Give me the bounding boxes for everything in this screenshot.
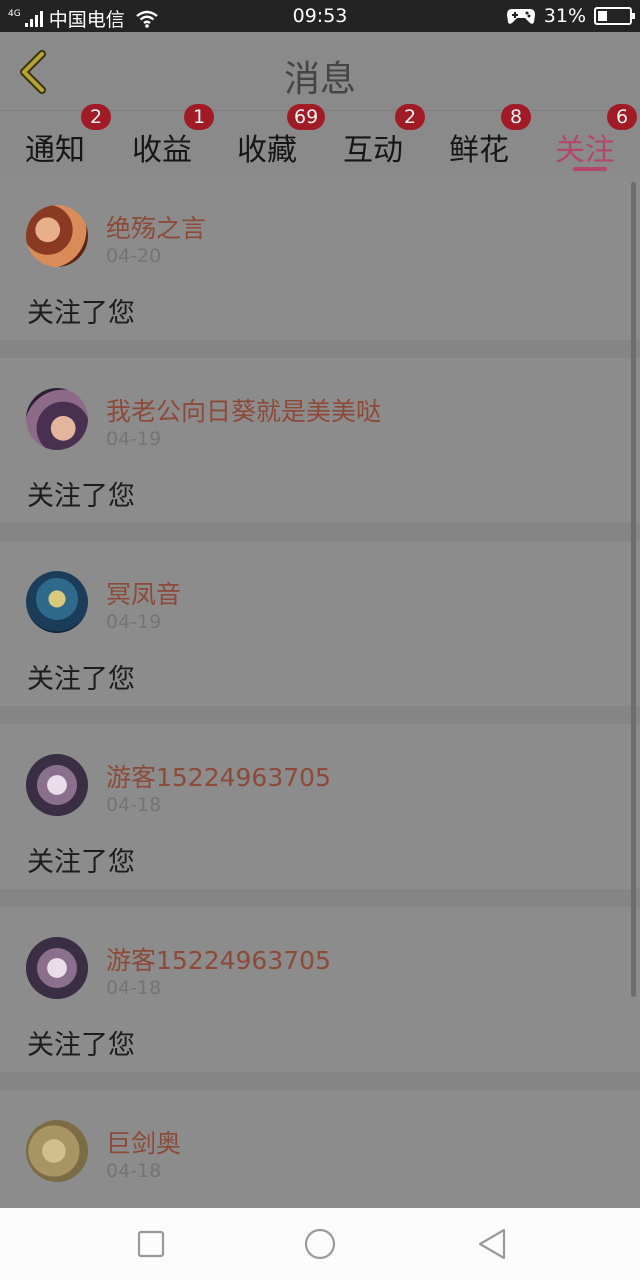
tab-badge: 2 bbox=[395, 104, 425, 130]
follow-list: 绝殇之言 04-20 关注了您 我老公向日葵就是美美哒 04-19 关注了您 冥… bbox=[0, 175, 640, 1208]
item-date: 04-19 bbox=[106, 428, 162, 450]
avatar[interactable] bbox=[26, 205, 88, 267]
system-nav-bar bbox=[0, 1208, 640, 1280]
list-item[interactable]: 冥凤音 04-19 关注了您 bbox=[0, 541, 640, 706]
tab-label: 收藏 bbox=[237, 133, 297, 168]
circle-icon[interactable] bbox=[300, 1226, 340, 1262]
item-date: 04-18 bbox=[106, 977, 162, 999]
list-item[interactable]: 绝殇之言 04-20 关注了您 bbox=[0, 175, 640, 340]
tab-interactions[interactable]: 互动 2 bbox=[323, 104, 425, 175]
avatar[interactable] bbox=[26, 571, 88, 633]
divider bbox=[0, 523, 640, 541]
tab-label: 关注 bbox=[555, 133, 615, 168]
list-item[interactable]: 游客15224963705 04-18 关注了您 bbox=[0, 907, 640, 1072]
tab-label: 鲜花 bbox=[449, 133, 509, 168]
scrollbar[interactable] bbox=[631, 182, 636, 997]
list-item[interactable]: 游客15224963705 04-18 关注了您 bbox=[0, 724, 640, 889]
user-name[interactable]: 冥凤音 bbox=[106, 575, 181, 611]
tab-flowers[interactable]: 鲜花 8 bbox=[429, 104, 531, 175]
item-message: 关注了您 bbox=[27, 664, 135, 695]
user-name[interactable]: 巨剑奥 bbox=[106, 1124, 181, 1160]
tab-earnings[interactable]: 收益 1 bbox=[112, 104, 214, 175]
item-message: 关注了您 bbox=[27, 847, 135, 878]
item-message: 关注了您 bbox=[27, 298, 135, 329]
divider bbox=[0, 889, 640, 907]
avatar[interactable] bbox=[26, 388, 88, 450]
item-message: 关注了您 bbox=[27, 481, 135, 512]
tab-badge: 1 bbox=[184, 104, 214, 130]
user-name[interactable]: 绝殇之言 bbox=[106, 209, 206, 245]
list-item[interactable]: 我老公向日葵就是美美哒 04-19 关注了您 bbox=[0, 358, 640, 523]
item-message: 关注了您 bbox=[27, 1030, 135, 1061]
divider bbox=[0, 706, 640, 724]
app-header: 消息 bbox=[0, 32, 640, 110]
tab-label: 互动 bbox=[343, 133, 403, 168]
item-date: 04-18 bbox=[106, 1160, 162, 1182]
page-title: 消息 bbox=[283, 59, 356, 100]
tab-label: 收益 bbox=[132, 133, 192, 168]
battery-icon bbox=[594, 7, 635, 25]
active-tab-indicator bbox=[573, 167, 607, 171]
triangle-left-icon[interactable] bbox=[472, 1226, 512, 1262]
tab-badge: 2 bbox=[81, 104, 111, 130]
item-date: 04-20 bbox=[106, 245, 162, 267]
user-name[interactable]: 我老公向日葵就是美美哒 bbox=[106, 392, 381, 428]
gamepad-icon bbox=[506, 9, 535, 24]
square-icon[interactable] bbox=[131, 1226, 171, 1262]
avatar[interactable] bbox=[26, 1120, 88, 1182]
tab-badge: 8 bbox=[501, 104, 531, 130]
list-item[interactable]: 巨剑奥 04-18 bbox=[0, 1090, 640, 1208]
avatar[interactable] bbox=[26, 754, 88, 816]
tab-favorites[interactable]: 收藏 69 bbox=[217, 104, 326, 175]
avatar[interactable] bbox=[26, 937, 88, 999]
tab-badge: 6 bbox=[607, 104, 637, 130]
tab-badge: 69 bbox=[287, 104, 326, 130]
status-right: 31% bbox=[506, 5, 635, 27]
user-name[interactable]: 游客15224963705 bbox=[106, 941, 331, 977]
tab-label: 通知 bbox=[25, 133, 85, 168]
divider bbox=[0, 1072, 640, 1090]
item-date: 04-18 bbox=[106, 794, 162, 816]
divider bbox=[0, 340, 640, 358]
tab-notifications[interactable]: 通知 2 bbox=[5, 104, 111, 175]
user-name[interactable]: 游客15224963705 bbox=[106, 758, 331, 794]
tab-follows[interactable]: 关注 6 bbox=[535, 104, 637, 175]
battery-percent: 31% bbox=[543, 5, 586, 27]
status-bar: 4G 中国电信 09:53 31% bbox=[0, 0, 640, 32]
tab-bar: 通知 2 收益 1 收藏 69 互动 2 鲜花 8 关注 6 bbox=[0, 104, 640, 175]
item-date: 04-19 bbox=[106, 611, 162, 633]
